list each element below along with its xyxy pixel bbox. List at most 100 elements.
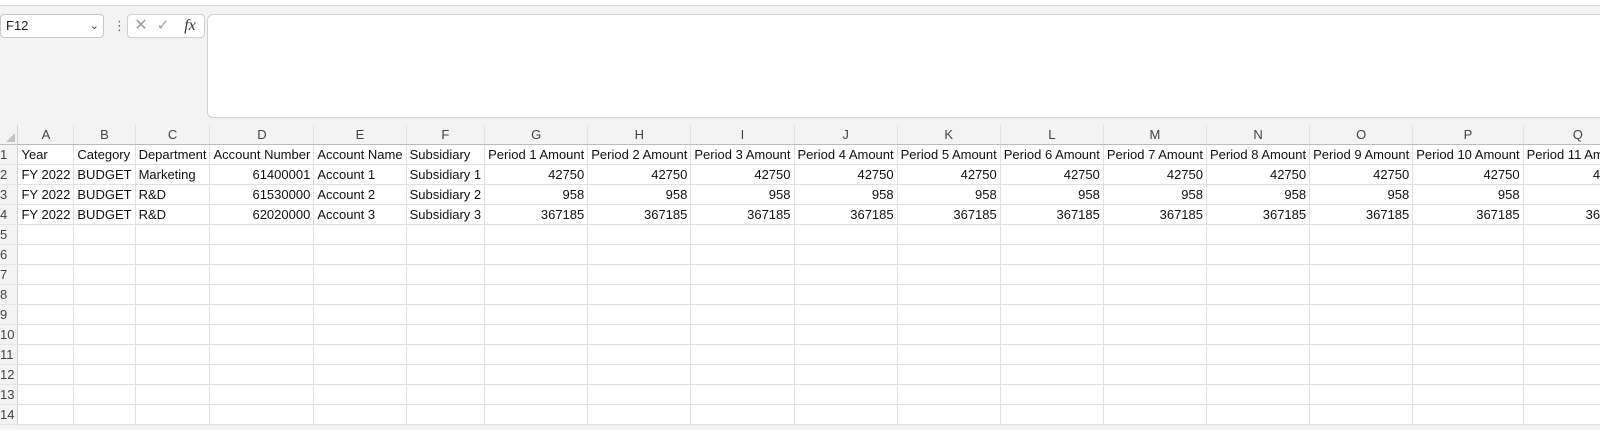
cell-m13[interactable] — [1103, 384, 1208, 405]
cell-i4[interactable]: 367185 — [690, 204, 795, 225]
cell-i5[interactable] — [690, 224, 795, 245]
column-header-a[interactable]: A — [17, 125, 75, 145]
column-header-q[interactable]: Q — [1523, 125, 1600, 145]
cell-k8[interactable] — [897, 284, 1001, 305]
cell-d5[interactable] — [209, 224, 315, 245]
cell-a12[interactable] — [17, 364, 75, 385]
cell-g1[interactable]: Period 1 Amount — [484, 144, 589, 165]
cell-k12[interactable] — [897, 364, 1001, 385]
cell-k13[interactable] — [897, 384, 1001, 405]
cell-c10[interactable] — [135, 324, 211, 345]
cell-h12[interactable] — [587, 364, 692, 385]
cell-l6[interactable] — [1000, 244, 1104, 265]
row-header[interactable]: 4 — [0, 204, 19, 225]
cell-e14[interactable] — [313, 404, 407, 425]
cell-b2[interactable]: BUDGET — [73, 164, 136, 185]
cell-c2[interactable]: Marketing — [135, 164, 211, 185]
cell-i1[interactable]: Period 3 Amount — [690, 144, 795, 165]
cell-g3[interactable]: 958 — [484, 184, 589, 205]
formula-input[interactable] — [207, 14, 1600, 118]
cell-b13[interactable] — [73, 384, 136, 405]
cell-p7[interactable] — [1412, 264, 1524, 285]
cell-o13[interactable] — [1309, 384, 1414, 405]
cell-f3[interactable]: Subsidiary 2 — [406, 184, 486, 205]
cell-p9[interactable] — [1412, 304, 1524, 325]
cell-f5[interactable] — [406, 224, 486, 245]
cell-c5[interactable] — [135, 224, 211, 245]
cell-i14[interactable] — [690, 404, 795, 425]
cell-h7[interactable] — [587, 264, 692, 285]
cell-k14[interactable] — [897, 404, 1001, 425]
row-header[interactable]: 12 — [0, 364, 19, 385]
cell-o9[interactable] — [1309, 304, 1414, 325]
cell-j9[interactable] — [794, 304, 898, 325]
column-header-c[interactable]: C — [135, 125, 211, 145]
cell-e5[interactable] — [313, 224, 407, 245]
column-header-e[interactable]: E — [313, 125, 407, 145]
cell-e6[interactable] — [313, 244, 407, 265]
cell-c3[interactable]: R&D — [135, 184, 211, 205]
cell-n14[interactable] — [1206, 404, 1311, 425]
column-header-l[interactable]: L — [1000, 125, 1104, 145]
cell-g7[interactable] — [484, 264, 589, 285]
cell-i9[interactable] — [690, 304, 795, 325]
cell-e7[interactable] — [313, 264, 407, 285]
cell-q12[interactable] — [1523, 364, 1600, 385]
cell-i7[interactable] — [690, 264, 795, 285]
cell-q9[interactable] — [1523, 304, 1600, 325]
cell-l12[interactable] — [1000, 364, 1104, 385]
cell-j2[interactable]: 42750 — [794, 164, 898, 185]
cell-p12[interactable] — [1412, 364, 1524, 385]
cell-l13[interactable] — [1000, 384, 1104, 405]
row-header[interactable]: 10 — [0, 324, 19, 345]
cell-a7[interactable] — [17, 264, 75, 285]
cell-m6[interactable] — [1103, 244, 1208, 265]
cell-d12[interactable] — [209, 364, 315, 385]
cell-m5[interactable] — [1103, 224, 1208, 245]
cell-e8[interactable] — [313, 284, 407, 305]
cell-c6[interactable] — [135, 244, 211, 265]
cell-g6[interactable] — [484, 244, 589, 265]
cell-k6[interactable] — [897, 244, 1001, 265]
cell-f4[interactable]: Subsidiary 3 — [406, 204, 486, 225]
cell-c13[interactable] — [135, 384, 211, 405]
cell-k2[interactable]: 42750 — [897, 164, 1001, 185]
cell-m9[interactable] — [1103, 304, 1208, 325]
cell-d9[interactable] — [209, 304, 315, 325]
chevron-down-icon[interactable]: ⌄ — [90, 15, 99, 37]
cell-d2[interactable]: 61400001 — [209, 164, 315, 185]
cell-c14[interactable] — [135, 404, 211, 425]
cell-d8[interactable] — [209, 284, 315, 305]
column-header-i[interactable]: I — [690, 125, 795, 145]
cell-m7[interactable] — [1103, 264, 1208, 285]
column-header-o[interactable]: O — [1309, 125, 1414, 145]
cell-q2[interactable]: 42750 — [1523, 164, 1600, 185]
cell-i11[interactable] — [690, 344, 795, 365]
cell-p2[interactable]: 42750 — [1412, 164, 1524, 185]
cell-a4[interactable]: FY 2022 — [17, 204, 75, 225]
column-header-k[interactable]: K — [897, 125, 1001, 145]
cell-h4[interactable]: 367185 — [587, 204, 692, 225]
cell-b7[interactable] — [73, 264, 136, 285]
cell-a2[interactable]: FY 2022 — [17, 164, 75, 185]
cell-l3[interactable]: 958 — [1000, 184, 1104, 205]
cell-m1[interactable]: Period 7 Amount — [1103, 144, 1208, 165]
row-header[interactable]: 2 — [0, 164, 19, 185]
row-header[interactable]: 3 — [0, 184, 19, 205]
cell-h9[interactable] — [587, 304, 692, 325]
cell-p11[interactable] — [1412, 344, 1524, 365]
cell-i6[interactable] — [690, 244, 795, 265]
cell-j8[interactable] — [794, 284, 898, 305]
cell-d10[interactable] — [209, 324, 315, 345]
cell-a10[interactable] — [17, 324, 75, 345]
cell-c8[interactable] — [135, 284, 211, 305]
row-header[interactable]: 6 — [0, 244, 19, 265]
cell-k11[interactable] — [897, 344, 1001, 365]
cell-p10[interactable] — [1412, 324, 1524, 345]
cell-l5[interactable] — [1000, 224, 1104, 245]
cell-d3[interactable]: 61530000 — [209, 184, 315, 205]
cell-m14[interactable] — [1103, 404, 1208, 425]
fx-icon[interactable]: fx — [178, 15, 202, 37]
cell-e2[interactable]: Account 1 — [313, 164, 407, 185]
cell-j1[interactable]: Period 4 Amount — [794, 144, 898, 165]
